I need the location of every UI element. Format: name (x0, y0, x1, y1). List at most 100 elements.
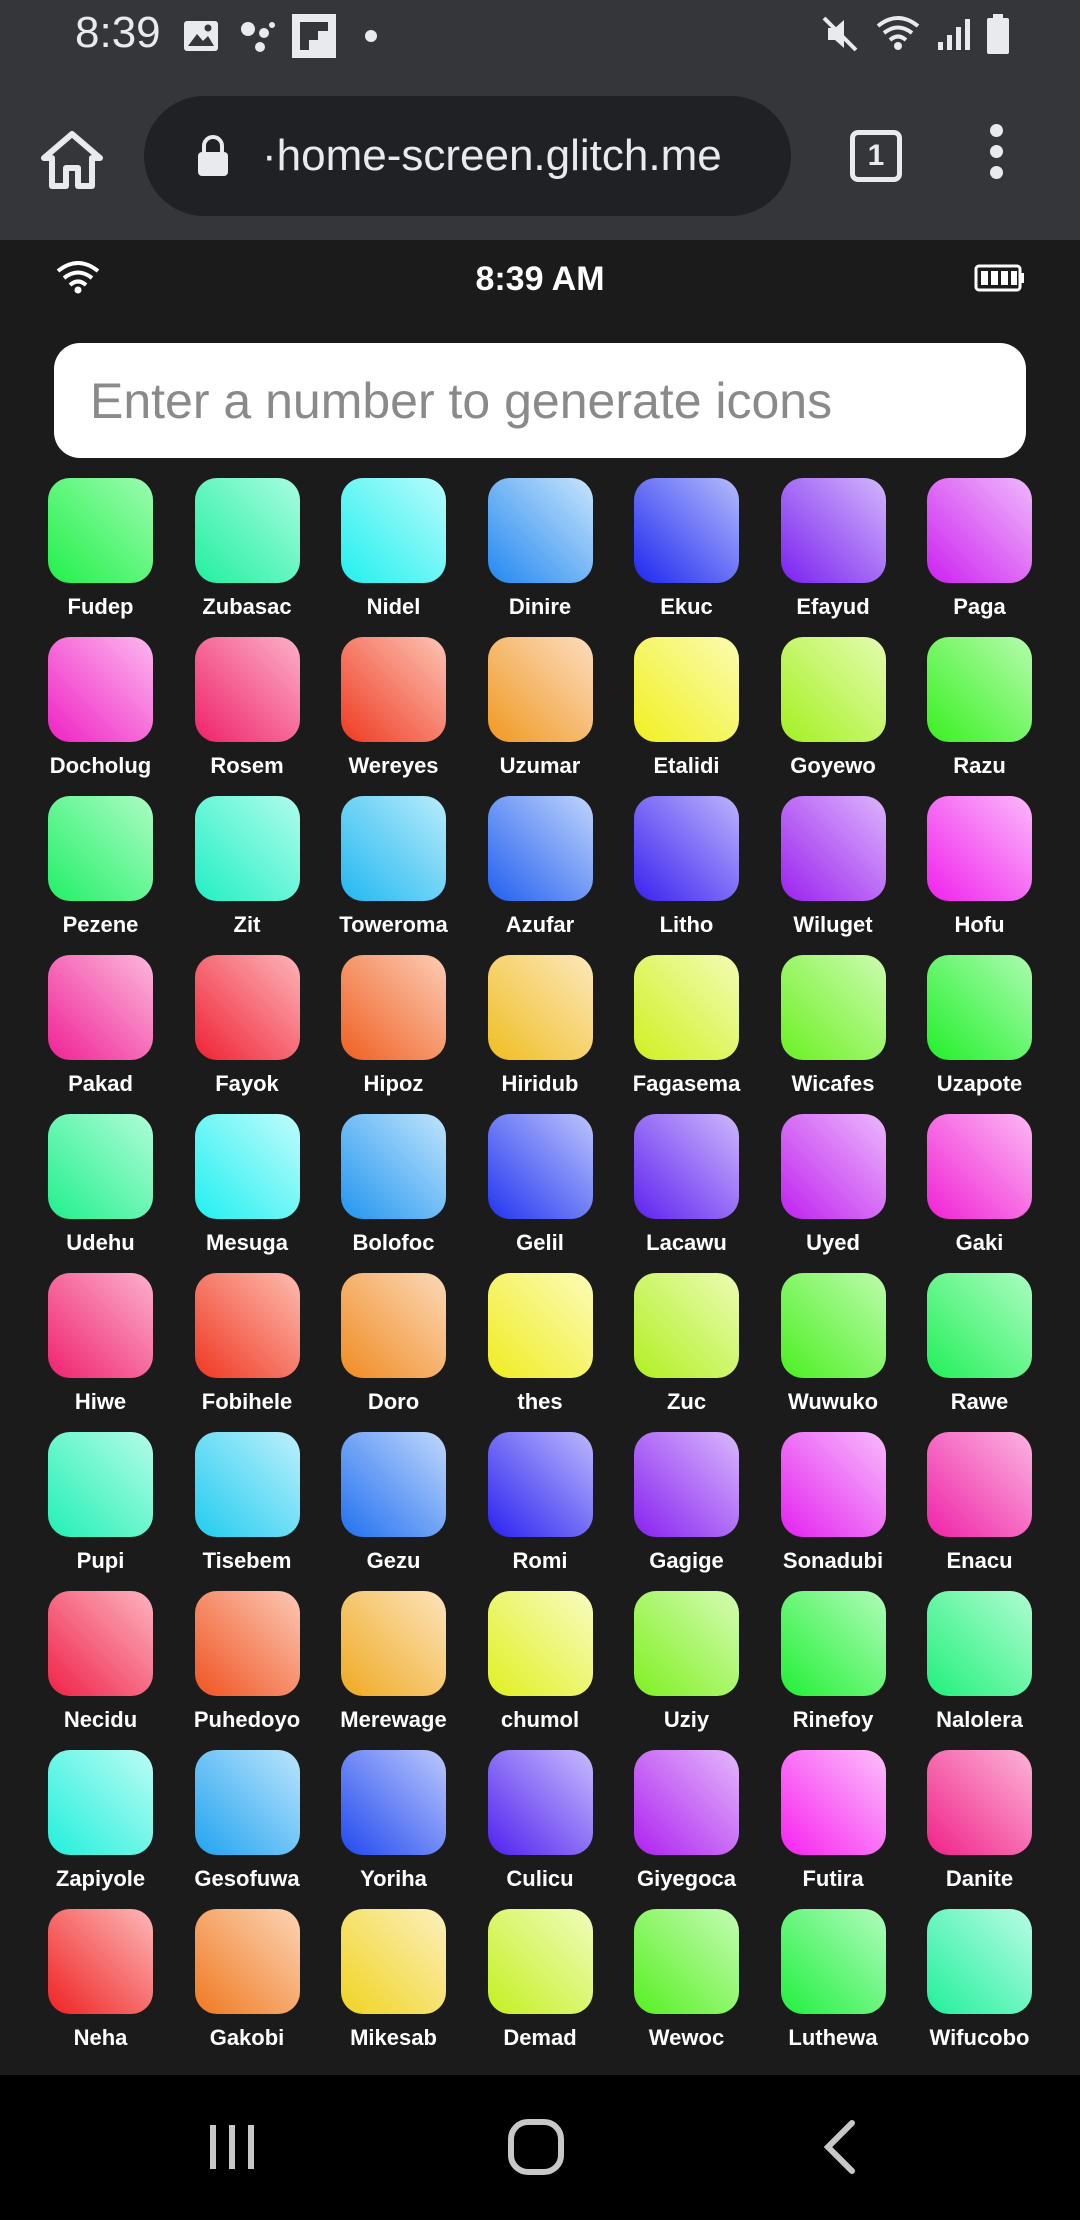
app-icon[interactable] (48, 1750, 153, 1855)
app-item[interactable]: Enacu (927, 1432, 1032, 1579)
app-item[interactable]: Demad (487, 1909, 593, 2056)
app-item[interactable]: Litho (634, 796, 739, 943)
app-item[interactable]: Etalidi (634, 637, 739, 784)
browser-menu-button[interactable] (978, 124, 1014, 188)
app-item[interactable]: Gakobi (194, 1909, 300, 2056)
tab-switcher-button[interactable]: 1 (850, 130, 902, 182)
app-item[interactable]: Futira (780, 1750, 886, 1897)
app-item[interactable]: Rosem (194, 637, 300, 784)
app-icon[interactable] (48, 1114, 153, 1219)
app-icon[interactable] (487, 955, 593, 1060)
app-icon[interactable] (780, 637, 886, 742)
app-icon[interactable] (487, 1432, 593, 1537)
app-icon[interactable] (48, 478, 153, 583)
app-item[interactable]: Neha (48, 1909, 153, 2056)
app-icon[interactable] (927, 1432, 1032, 1537)
app-icon[interactable] (780, 796, 886, 901)
app-item[interactable]: Uzapote (927, 955, 1032, 1102)
app-item[interactable]: Giyegoca (634, 1750, 739, 1897)
app-icon[interactable] (927, 1114, 1032, 1219)
app-icon[interactable] (48, 637, 153, 742)
app-icon[interactable] (927, 1591, 1032, 1696)
app-item[interactable]: Pakad (48, 955, 153, 1102)
app-icon[interactable] (780, 1273, 886, 1378)
url-text[interactable]: ·home-screen.glitch.me (262, 131, 722, 181)
app-icon[interactable] (780, 1750, 886, 1855)
app-item[interactable]: chumol (487, 1591, 593, 1738)
app-icon[interactable] (487, 637, 593, 742)
app-item[interactable]: Romi (487, 1432, 593, 1579)
app-icon[interactable] (780, 1591, 886, 1696)
app-icon[interactable] (487, 796, 593, 901)
app-icon[interactable] (634, 1750, 739, 1855)
app-icon[interactable] (487, 1750, 593, 1855)
app-item[interactable]: Puhedoyo (194, 1591, 300, 1738)
app-item[interactable]: Fagasema (633, 955, 740, 1102)
app-icon[interactable] (48, 1273, 153, 1378)
app-icon[interactable] (194, 955, 300, 1060)
app-icon[interactable] (194, 478, 300, 583)
app-icon[interactable] (927, 1273, 1032, 1378)
app-item[interactable]: Hofu (927, 796, 1032, 943)
app-icon[interactable] (194, 1273, 300, 1378)
recents-icon[interactable] (206, 2117, 258, 2177)
app-item[interactable]: Doro (341, 1273, 446, 1420)
app-icon[interactable] (487, 1909, 593, 2014)
app-item[interactable]: Nidel (341, 478, 446, 625)
app-item[interactable]: Zuc (634, 1273, 739, 1420)
app-item[interactable]: Bolofoc (341, 1114, 446, 1261)
app-item[interactable]: Culicu (487, 1750, 593, 1897)
app-item[interactable]: Wifucobo (927, 1909, 1032, 2056)
app-icon[interactable] (341, 1432, 446, 1537)
app-item[interactable]: Gaki (927, 1114, 1032, 1261)
app-item[interactable]: Wewoc (634, 1909, 739, 2056)
app-icon[interactable] (487, 478, 593, 583)
app-icon[interactable] (634, 1591, 739, 1696)
app-icon[interactable] (194, 1909, 300, 2014)
app-icon[interactable] (927, 1750, 1032, 1855)
app-item[interactable]: Wereyes (341, 637, 446, 784)
app-icon[interactable] (634, 796, 739, 901)
app-item[interactable]: Mikesab (341, 1909, 446, 2056)
app-icon[interactable] (341, 1114, 446, 1219)
app-icon[interactable] (780, 955, 886, 1060)
app-item[interactable]: Zapiyole (48, 1750, 153, 1897)
app-item[interactable]: Hiridub (487, 955, 593, 1102)
app-item[interactable]: Luthewa (780, 1909, 886, 2056)
icon-count-input[interactable] (54, 343, 1026, 458)
app-item[interactable]: Pezene (48, 796, 153, 943)
app-icon[interactable] (341, 1273, 446, 1378)
app-item[interactable]: Gagige (634, 1432, 739, 1579)
app-item[interactable]: Necidu (48, 1591, 153, 1738)
app-item[interactable]: Fayok (194, 955, 300, 1102)
app-icon[interactable] (341, 796, 446, 901)
app-item[interactable]: Goyewo (780, 637, 886, 784)
app-item[interactable]: Rawe (927, 1273, 1032, 1420)
app-icon[interactable] (341, 1591, 446, 1696)
app-icon[interactable] (194, 1432, 300, 1537)
app-icon[interactable] (48, 796, 153, 901)
app-icon[interactable] (634, 955, 739, 1060)
app-item[interactable]: Yoriha (341, 1750, 446, 1897)
app-icon[interactable] (487, 1273, 593, 1378)
app-icon[interactable] (341, 637, 446, 742)
app-item[interactable]: Nalolera (927, 1591, 1032, 1738)
app-item[interactable]: Wiluget (780, 796, 886, 943)
app-item[interactable]: Mesuga (194, 1114, 300, 1261)
app-icon[interactable] (48, 1432, 153, 1537)
app-icon[interactable] (194, 1591, 300, 1696)
app-icon[interactable] (927, 955, 1032, 1060)
app-item[interactable]: Danite (927, 1750, 1032, 1897)
address-bar[interactable]: ·home-screen.glitch.me (144, 96, 791, 216)
app-item[interactable]: Razu (927, 637, 1032, 784)
app-item[interactable]: Lacawu (634, 1114, 739, 1261)
app-item[interactable]: Hipoz (341, 955, 446, 1102)
app-icon[interactable] (780, 1909, 886, 2014)
app-item[interactable]: Wuwuko (780, 1273, 886, 1420)
app-icon[interactable] (194, 1114, 300, 1219)
app-item[interactable]: Docholug (48, 637, 153, 784)
app-icon[interactable] (341, 478, 446, 583)
app-icon[interactable] (487, 1114, 593, 1219)
app-icon[interactable] (634, 1114, 739, 1219)
app-icon[interactable] (341, 1909, 446, 2014)
